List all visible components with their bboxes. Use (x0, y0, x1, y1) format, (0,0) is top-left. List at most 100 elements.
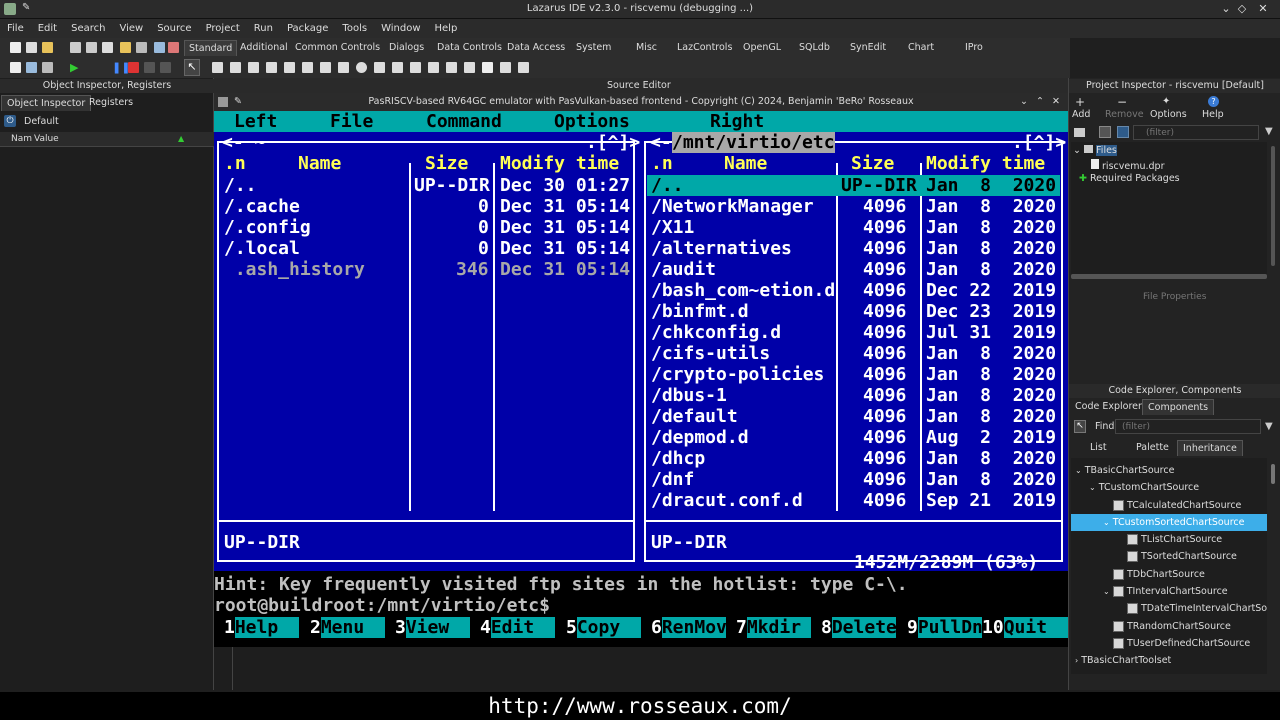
menu-window[interactable]: Window (374, 19, 427, 38)
fkey-7[interactable]: 7Mkdir (736, 617, 811, 638)
tframe-icon[interactable] (500, 62, 511, 73)
left-row-name[interactable]: /.config (224, 217, 311, 238)
menu-search[interactable]: Search (64, 19, 112, 38)
remove-icon[interactable]: − (1117, 95, 1127, 109)
tab-dialogs[interactable]: Dialogs (385, 40, 428, 56)
tab-common-controls[interactable]: Common Controls (291, 40, 384, 56)
tlabel-icon[interactable] (266, 62, 277, 73)
remove-button[interactable]: Remove (1105, 109, 1144, 120)
right-row-name[interactable]: /audit (651, 259, 716, 280)
right-row-name[interactable]: /dnf (651, 469, 694, 490)
tactionlist-icon[interactable] (518, 62, 529, 73)
right-row-name[interactable]: /alternatives (651, 238, 792, 259)
expand-icon[interactable]: › (1075, 656, 1078, 665)
expand-icon[interactable]: ⌄ (1073, 145, 1081, 156)
tab-misc[interactable]: Misc (632, 40, 661, 56)
menu-view[interactable]: View (112, 19, 150, 38)
left-row-name[interactable]: /.local (224, 238, 300, 259)
sort-icon[interactable] (1099, 126, 1111, 138)
default-combo[interactable]: Default (24, 116, 59, 127)
options-icon[interactable]: ✦ (1162, 96, 1170, 107)
right-row-name[interactable]: /X11 (651, 217, 694, 238)
right-row-name[interactable]: /dracut.conf.d (651, 490, 803, 511)
save-all-icon[interactable] (86, 42, 97, 53)
tree-node[interactable]: TDateTimeIntervalChartSo (1075, 600, 1267, 617)
fkey-2[interactable]: 2Menu (310, 617, 385, 638)
tree-view-icon[interactable] (1117, 126, 1129, 138)
collapse-icon[interactable]: ⌄ (1103, 587, 1110, 596)
left-panel-ctrl[interactable]: .[^]> (586, 132, 640, 153)
collapse-icon[interactable]: ⌄ (1075, 466, 1082, 475)
tree-item-dpr[interactable]: riscvemu.dpr (1091, 159, 1164, 172)
fkey-3[interactable]: 3View (395, 617, 470, 638)
component-filter-icon[interactable]: ▼ (1265, 421, 1273, 432)
stop-icon[interactable] (128, 62, 139, 73)
component-filter-input[interactable] (1115, 419, 1261, 434)
step-into-icon[interactable] (144, 62, 155, 73)
tab-components[interactable]: Components (1142, 399, 1215, 415)
collapse-icon[interactable]: ⌄ (1089, 483, 1096, 492)
pointer-icon[interactable]: ↖ (1074, 420, 1086, 433)
tab-object-inspector[interactable]: Object Inspector (1, 95, 92, 111)
right-panel-ctrl[interactable]: .[^]> (1012, 132, 1066, 153)
tpanel-icon[interactable] (482, 62, 493, 73)
fkey-10[interactable]: 10Quit (982, 617, 1068, 638)
tree-node[interactable]: ⌄ TIntervalChartSource (1075, 583, 1267, 600)
options-button[interactable]: Options (1150, 109, 1187, 120)
collapse-icon[interactable]: ⌄ (1103, 518, 1110, 527)
open-icon[interactable] (42, 42, 53, 53)
tree-node[interactable]: › TBasicChartToolset (1075, 652, 1267, 669)
fkey-8[interactable]: 8Delete (821, 617, 897, 638)
tab-registers[interactable]: Registers (84, 95, 138, 111)
tbutton-icon[interactable] (248, 62, 259, 73)
right-row-name[interactable]: /NetworkManager (651, 196, 814, 217)
run-icon[interactable]: ▶ (70, 61, 78, 74)
add-icon[interactable]: + (1075, 95, 1085, 109)
tab-synedit[interactable]: SynEdit (846, 40, 890, 56)
right-row-name[interactable]: /binfmt.d (651, 301, 749, 322)
subtab-palette[interactable]: Palette (1131, 440, 1174, 456)
tmainmenu-icon[interactable] (212, 62, 223, 73)
sort-arrow-icon[interactable]: ▲ (178, 134, 184, 143)
tab-lazcontrols[interactable]: LazControls (673, 40, 736, 56)
package-icon[interactable] (168, 42, 179, 53)
tab-sqldb[interactable]: SQLdb (795, 40, 834, 56)
tree-node[interactable]: ⌄ TCustomChartSource (1075, 479, 1267, 496)
save-icon[interactable] (70, 42, 81, 53)
tcheckgroup-icon[interactable] (464, 62, 475, 73)
subtab-inheritance[interactable]: Inheritance (1177, 440, 1243, 456)
power-icon[interactable]: ⏻ (4, 115, 16, 127)
fkey-5[interactable]: 5Copy (566, 617, 641, 638)
shell-prompt[interactable]: root@buildroot:/mnt/virtio/etc$ (214, 595, 550, 616)
vertical-scrollbar[interactable] (1271, 146, 1275, 266)
view-units-icon[interactable] (120, 42, 131, 53)
emulator-minimize-icon[interactable]: ⌄ (1020, 93, 1028, 111)
project-filter-input[interactable] (1133, 125, 1259, 140)
fkey-6[interactable]: 6RenMov (651, 617, 727, 638)
right-row-name[interactable]: /.. (651, 175, 684, 196)
tcheckbox-icon[interactable] (338, 62, 349, 73)
fkey-9[interactable]: 9PullDn (907, 617, 983, 638)
ttogglebox-icon[interactable] (320, 62, 331, 73)
right-row-name[interactable]: /dbus-1 (651, 385, 727, 406)
view-forms-icon[interactable] (136, 42, 147, 53)
tree-node[interactable]: TCalculatedChartSource (1075, 497, 1267, 514)
left-row-name[interactable]: /.cache (224, 196, 300, 217)
tab-system[interactable]: System (572, 40, 615, 56)
step-over-icon[interactable] (160, 62, 171, 73)
tlistbox-icon[interactable] (374, 62, 385, 73)
help-icon[interactable]: ? (1208, 96, 1219, 107)
minimize-icon[interactable]: ⌄ (1219, 2, 1233, 16)
subtab-list[interactable]: List (1085, 440, 1112, 456)
menu-source[interactable]: Source (150, 19, 198, 38)
emulator-close-icon[interactable]: ✕ (1052, 93, 1060, 111)
right-row-name[interactable]: /crypto-policies (651, 364, 824, 385)
emulator-pin-icon[interactable]: ✎ (234, 93, 242, 111)
add-button[interactable]: Add (1072, 109, 1090, 120)
tab-additional[interactable]: Additional (236, 40, 292, 56)
menu-help[interactable]: Help (428, 19, 465, 38)
toggle-form-icon[interactable] (102, 42, 113, 53)
filter-icon[interactable]: ▼ (1265, 126, 1273, 137)
menu-run[interactable]: Run (247, 19, 280, 38)
tgroupbox-icon[interactable] (428, 62, 439, 73)
